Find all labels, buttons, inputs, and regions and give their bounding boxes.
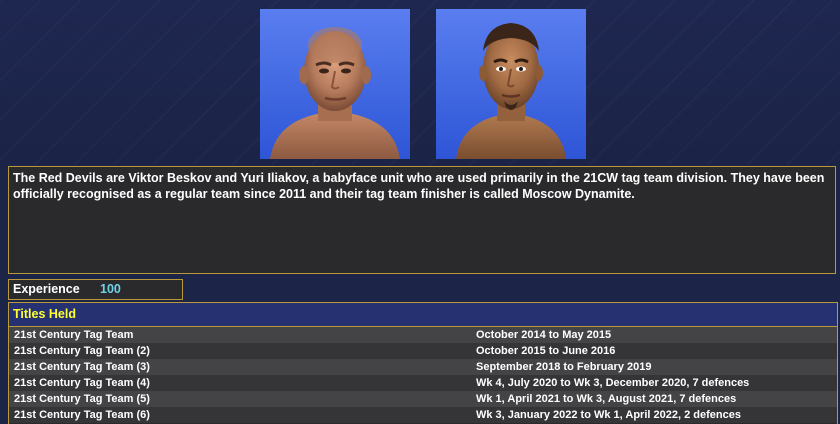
title-dates: Wk 4, July 2020 to Wk 3, December 2020, … xyxy=(476,377,750,389)
wrestler-portrait-1[interactable] xyxy=(260,9,410,159)
title-name: 21st Century Tag Team (4) xyxy=(14,377,150,389)
team-biography: The Red Devils are Viktor Beskov and Yur… xyxy=(8,166,836,274)
title-row[interactable]: 21st Century Tag Team (2) October 2015 t… xyxy=(9,343,837,359)
title-name: 21st Century Tag Team (3) xyxy=(14,361,150,373)
face-image xyxy=(270,27,400,159)
title-dates: Wk 3, January 2022 to Wk 1, April 2022, … xyxy=(476,409,741,421)
title-row[interactable]: 21st Century Tag Team (4) Wk 4, July 202… xyxy=(9,375,837,391)
title-dates: October 2014 to May 2015 xyxy=(476,329,612,341)
title-row[interactable]: 21st Century Tag Team (6) Wk 3, January … xyxy=(9,407,837,423)
wrestler-portrait-2[interactable] xyxy=(436,9,586,159)
experience-value: 100 xyxy=(100,282,121,296)
title-row[interactable]: 21st Century Tag Team October 2014 to Ma… xyxy=(9,327,837,343)
background-pattern xyxy=(0,0,840,165)
title-dates: September 2018 to February 2019 xyxy=(476,361,652,373)
face-image xyxy=(456,23,566,159)
biography-text: The Red Devils are Viktor Beskov and Yur… xyxy=(13,171,825,201)
title-name: 21st Century Tag Team xyxy=(14,329,134,341)
title-name: 21st Century Tag Team (5) xyxy=(14,393,150,405)
titles-held-panel: Titles Held 21st Century Tag Team Octobe… xyxy=(8,302,838,424)
title-dates: Wk 1, April 2021 to Wk 3, August 2021, 7… xyxy=(476,393,737,405)
title-name: 21st Century Tag Team (2) xyxy=(14,345,150,357)
experience-box: Experience 100 xyxy=(8,279,183,300)
experience-label: Experience xyxy=(13,282,80,296)
title-name: 21st Century Tag Team (6) xyxy=(14,409,150,421)
title-dates: October 2015 to June 2016 xyxy=(476,345,616,357)
title-row[interactable]: 21st Century Tag Team (5) Wk 1, April 20… xyxy=(9,391,837,407)
title-row[interactable]: 21st Century Tag Team (3) September 2018… xyxy=(9,359,837,375)
titles-held-header: Titles Held xyxy=(9,303,837,327)
